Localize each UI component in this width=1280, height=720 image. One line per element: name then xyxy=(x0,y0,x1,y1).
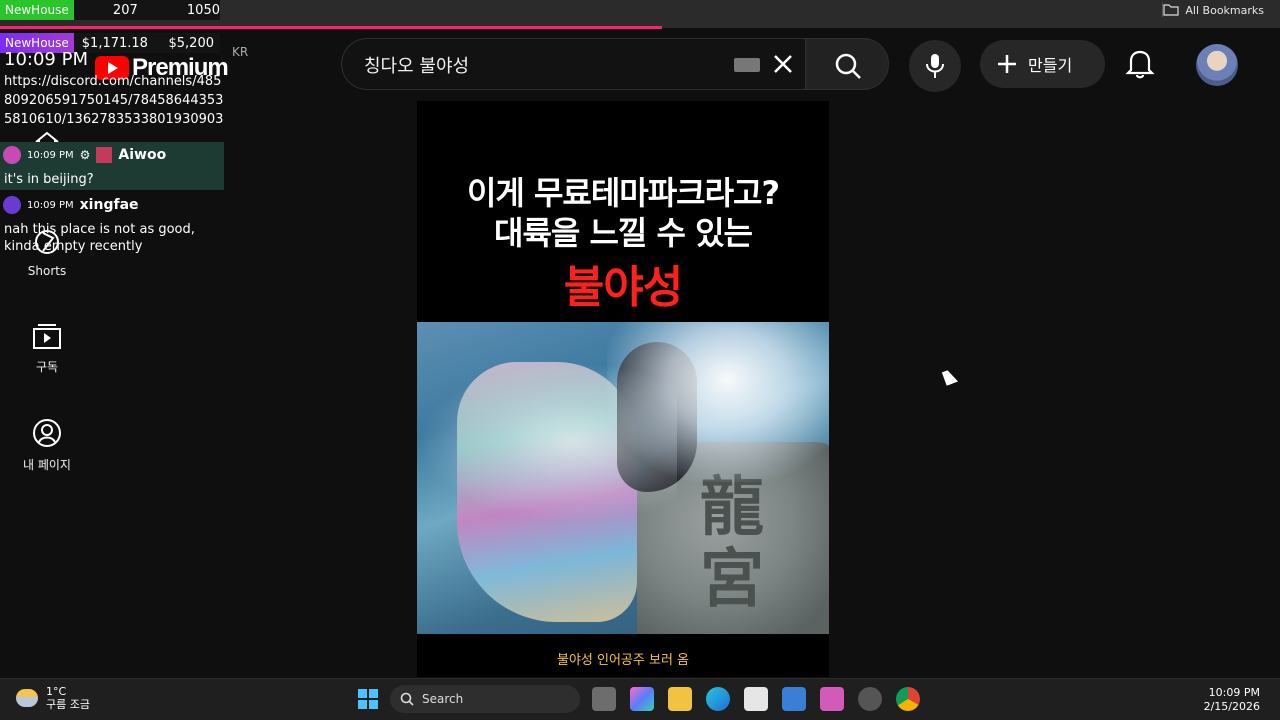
mouse-cursor xyxy=(941,368,959,386)
file-explorer-icon[interactable] xyxy=(668,687,692,711)
copilot-icon[interactable] xyxy=(630,687,654,711)
snipping-icon[interactable] xyxy=(820,687,844,711)
sidebar-item-subscriptions[interactable]: 구독 xyxy=(0,322,94,375)
video-scene: 龍宮 xyxy=(417,322,829,634)
sidebar-label-my-page: 내 페이지 xyxy=(23,458,71,472)
messenger-icon[interactable] xyxy=(858,687,882,711)
app-icon[interactable] xyxy=(782,687,806,711)
video-headline: 이게 무료테마파크라고? 대륙을 느낄 수 있는 xyxy=(417,173,829,253)
screen: All Bookmarks NewHouse 207 1050 NewHouse… xyxy=(0,0,1280,720)
video-headline-line-1: 이게 무료테마파크라고? xyxy=(466,174,780,212)
clear-search-icon[interactable] xyxy=(772,53,794,75)
taskbar-search-icon xyxy=(400,692,414,706)
discord-url-overlay: https://discord.com/channels/48580920659… xyxy=(4,74,224,127)
taskbar-search[interactable]: Search xyxy=(390,685,580,713)
ticker-value-1: 207 xyxy=(112,2,138,18)
ticker-value-2: 1050 xyxy=(186,2,220,18)
partly-cloudy-icon xyxy=(16,689,38,707)
overlay-money-2: $5,200 xyxy=(168,35,215,51)
all-bookmarks-button[interactable]: All Bookmarks xyxy=(1163,0,1264,20)
sidebar-label-shorts: Shorts xyxy=(27,264,67,278)
weather-temp: 1°C xyxy=(46,685,67,698)
notifications-bell-icon[interactable] xyxy=(1125,47,1155,79)
folder-icon xyxy=(1163,4,1180,16)
chat-name-2: xingfae xyxy=(79,197,139,213)
pillar-inscription: 龍宮 xyxy=(700,471,764,617)
edge-icon[interactable] xyxy=(706,687,730,711)
video-headline-red: 불야성 xyxy=(563,262,683,313)
search-button[interactable] xyxy=(805,38,889,90)
weather-widget[interactable]: 1°C 구름 조금 xyxy=(16,685,90,711)
video-headline-line-2: 대륙을 느낄 수 있는 xyxy=(494,214,753,252)
chat-time-1: 10:09 PM xyxy=(27,149,74,161)
microphone-icon xyxy=(926,54,944,78)
keyboard-icon[interactable] xyxy=(734,58,760,72)
chrome-icon[interactable] xyxy=(896,687,920,711)
sidebar-item-my-page[interactable]: 내 페이지 xyxy=(0,418,94,473)
chat-meta-2: 10:09 PM xingfae xyxy=(3,196,139,214)
shorts-icon xyxy=(35,230,59,254)
badge-icon: ⚙ xyxy=(79,148,91,162)
sidebar-label-subscriptions: 구독 xyxy=(35,360,59,374)
task-view-icon[interactable] xyxy=(592,687,616,711)
stream-ticker: NewHouse 207 1050 xyxy=(0,0,220,20)
sidebar-item-shorts[interactable]: Shorts xyxy=(0,228,94,278)
plus-icon xyxy=(998,55,1016,73)
ticker-tag: NewHouse xyxy=(0,0,74,20)
create-label: 만들기 xyxy=(1028,56,1073,75)
profile-icon xyxy=(33,419,61,447)
store-icon[interactable] xyxy=(744,687,768,711)
stream-clock: 10:09 PM xyxy=(4,49,88,70)
taskbar-date: 2/15/2026 xyxy=(1203,700,1260,713)
taskbar-clock[interactable]: 10:09 PM 2/15/2026 xyxy=(1204,686,1260,714)
weather-desc: 구름 조금 xyxy=(46,698,90,711)
chat-avatar-2 xyxy=(3,196,21,214)
search-query: 칭다오 불야성 xyxy=(364,56,470,77)
chat-meta-1: 10:09 PM ⚙ Aiwoo xyxy=(3,146,166,164)
taskbar-time: 10:09 PM xyxy=(1208,686,1260,699)
video-progress-bar[interactable] xyxy=(0,26,662,29)
all-bookmarks-label: All Bookmarks xyxy=(1185,3,1264,17)
chat-time-2: 10:09 PM xyxy=(27,199,74,211)
account-avatar[interactable] xyxy=(1196,44,1238,86)
chat-name-1: Aiwoo xyxy=(118,147,167,163)
search-icon xyxy=(835,53,861,79)
windows-start-icon[interactable] xyxy=(357,688,379,710)
video-subtitle: 불야성 인어공주 보러 옴 xyxy=(557,653,689,668)
chat-text-1: it's in beijing? xyxy=(4,172,94,187)
region-code: KR xyxy=(232,45,249,59)
create-button[interactable]: 만들기 xyxy=(980,40,1105,88)
taskbar-search-label: Search xyxy=(422,692,464,706)
water-splash-2 xyxy=(417,362,677,522)
voice-search-button[interactable] xyxy=(909,40,961,92)
shorts-video-player[interactable]: 이게 무료테마파크라고? 대륙을 느낄 수 있는 불야성 龍宮 불야성 인어공주… xyxy=(417,101,829,677)
chat-avatar-1 xyxy=(3,146,21,164)
subscriptions-icon xyxy=(33,324,61,349)
badge-x-icon xyxy=(96,147,113,163)
